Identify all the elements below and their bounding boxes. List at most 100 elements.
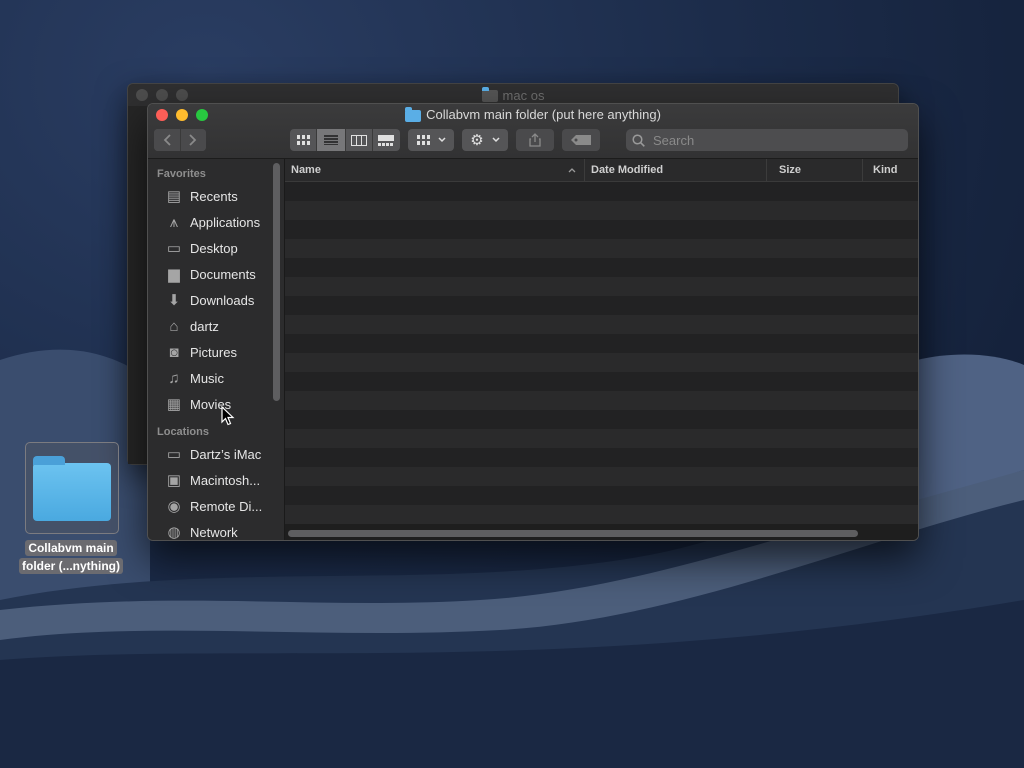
- list-icon: [323, 135, 338, 145]
- horizontal-scroll-track: [285, 526, 918, 540]
- sort-ascending-icon: [568, 168, 576, 173]
- favorites-header: Favorites: [157, 168, 206, 180]
- sidebar-item-home[interactable]: ⌂ dartz: [148, 313, 284, 339]
- share-button[interactable]: [516, 129, 554, 151]
- disk-icon: ▣: [166, 472, 182, 489]
- list-view-button[interactable]: [317, 129, 346, 151]
- sidebar-item-imac[interactable]: ▭ Dartz’s iMac: [148, 441, 284, 467]
- documents-icon: ▆: [168, 266, 180, 283]
- desktop-folder-item[interactable]: [25, 442, 119, 534]
- table-row: [285, 429, 918, 448]
- sidebar-item-macintosh-hd[interactable]: ▣ Macintosh...: [148, 467, 284, 493]
- table-row: [285, 296, 918, 315]
- column-header-label: Name: [291, 164, 321, 176]
- zoom-icon[interactable]: [176, 89, 188, 101]
- window-title: Collabvm main folder (put here anything): [148, 106, 918, 122]
- columns-icon: [350, 134, 367, 146]
- folder-icon: [481, 87, 498, 102]
- sidebar-item-documents[interactable]: ▆ Documents: [148, 261, 284, 287]
- table-row: [285, 391, 918, 410]
- table-row: [285, 448, 918, 467]
- recents-icon: ▤: [166, 188, 182, 205]
- table-row: [285, 467, 918, 486]
- back-window-title: mac os: [502, 87, 545, 103]
- column-header-name[interactable]: Name: [285, 159, 585, 181]
- sidebar-item-pictures[interactable]: ◙ Pictures: [148, 339, 284, 365]
- table-row: [285, 486, 918, 505]
- search-field[interactable]: [626, 129, 908, 151]
- file-list: Name Date Modified Size Kind: [285, 159, 918, 540]
- minimize-icon[interactable]: [156, 89, 168, 101]
- table-row: [285, 220, 918, 239]
- sidebar-item-recents[interactable]: ▤ Recents: [148, 183, 284, 209]
- titlebar[interactable]: Collabvm main folder (put here anything): [148, 104, 918, 159]
- horizontal-scrollbar[interactable]: [288, 530, 858, 537]
- sidebar-item-movies[interactable]: ▦ Movies: [148, 391, 284, 417]
- column-header-date-modified[interactable]: Date Modified: [585, 159, 767, 181]
- tags-button[interactable]: [562, 129, 600, 151]
- sidebar-item-label: dartz: [190, 318, 219, 334]
- desktop-icon: ▭: [166, 240, 182, 257]
- share-icon: [529, 133, 541, 147]
- column-header-size[interactable]: Size: [767, 159, 863, 181]
- sidebar-item-applications[interactable]: ⩚ Applications: [148, 209, 284, 235]
- network-icon: ◍: [167, 524, 181, 540]
- close-icon[interactable]: [136, 89, 148, 101]
- column-header-label: Date Modified: [591, 164, 664, 176]
- finder-window[interactable]: Collabvm main folder (put here anything): [147, 103, 919, 541]
- sidebar-item-label: Remote Di...: [190, 498, 263, 514]
- icon-view-button[interactable]: [290, 129, 318, 151]
- applications-icon: ⩚: [169, 213, 179, 231]
- movies-icon: ▦: [166, 396, 182, 413]
- empty-rows[interactable]: [285, 182, 918, 526]
- pictures-icon: ◙: [169, 343, 179, 361]
- sidebar-scrollbar[interactable]: [273, 163, 280, 401]
- chevron-right-icon: [189, 134, 197, 146]
- table-row: [285, 505, 918, 524]
- gallery-icon: [378, 134, 395, 146]
- tag-icon: [571, 135, 591, 145]
- sidebar-item-label: Recents: [190, 188, 238, 204]
- search-input[interactable]: [651, 131, 855, 149]
- table-row: [285, 258, 918, 277]
- sidebar-item-label: Desktop: [190, 240, 238, 256]
- sidebar-item-remote-disc[interactable]: ◉ Remote Di...: [148, 493, 284, 519]
- forward-button[interactable]: [180, 129, 206, 151]
- mouse-pointer-icon: [221, 406, 235, 426]
- sidebar-item-desktop[interactable]: ▭ Desktop: [148, 235, 284, 261]
- desktop-folder-label[interactable]: Collabvm main folder (...nything): [11, 539, 131, 575]
- sidebar-item-label: Downloads: [190, 292, 255, 308]
- column-view-button[interactable]: [346, 129, 373, 151]
- sidebar-item-label: Applications: [190, 214, 261, 230]
- chevron-left-icon: [163, 134, 171, 146]
- sidebar-item-label: Macintosh...: [190, 472, 261, 488]
- gallery-view-button[interactable]: [373, 129, 400, 151]
- folder-icon: [405, 106, 422, 122]
- table-row: [285, 410, 918, 429]
- sidebar-item-downloads[interactable]: ⬇ Downloads: [148, 287, 284, 313]
- desktop-folder-label-line1: Collabvm main: [25, 540, 117, 556]
- sidebar: Favorites ▤ Recents ⩚ Applications ▭ Des…: [148, 159, 285, 540]
- back-button[interactable]: [154, 129, 181, 151]
- desktop-folder-label-line2: folder (...nything): [19, 558, 123, 574]
- chevron-down-icon: [492, 137, 500, 143]
- table-row: [285, 182, 918, 201]
- search-icon: [632, 133, 645, 147]
- sidebar-item-network[interactable]: ◍ Network: [148, 519, 284, 540]
- chevron-down-icon: [437, 137, 446, 143]
- gear-icon: ⚙: [470, 132, 484, 149]
- table-row: [285, 353, 918, 372]
- remote-disc-icon: ◉: [167, 498, 181, 515]
- sidebar-item-music[interactable]: ♫ Music: [148, 365, 284, 391]
- back-window-controls: [136, 89, 188, 101]
- sidebar-item-label: Documents: [190, 266, 256, 282]
- table-row: [285, 372, 918, 391]
- downloads-icon: ⬇: [167, 292, 181, 309]
- group-by-button[interactable]: [408, 129, 454, 151]
- view-mode-control: [290, 129, 400, 151]
- table-row: [285, 277, 918, 296]
- list-header: Name Date Modified Size Kind: [285, 159, 918, 182]
- action-menu-button[interactable]: ⚙: [462, 129, 508, 151]
- column-header-kind[interactable]: Kind: [863, 159, 917, 181]
- column-header-label: Size: [779, 164, 802, 176]
